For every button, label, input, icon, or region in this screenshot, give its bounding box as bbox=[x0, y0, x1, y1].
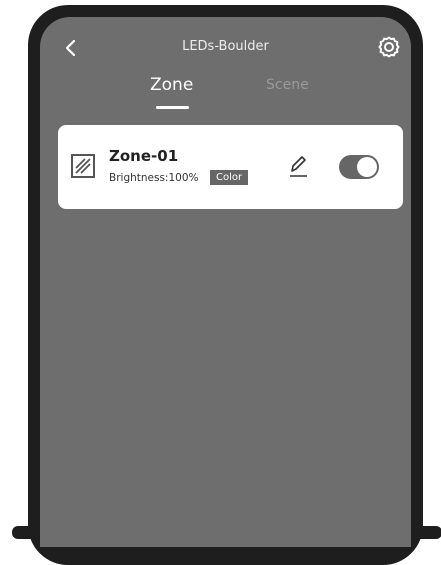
zone-power-toggle[interactable] bbox=[339, 155, 379, 179]
settings-button[interactable] bbox=[376, 35, 402, 61]
toggle-knob bbox=[357, 157, 377, 177]
zone-icon bbox=[70, 153, 96, 179]
edit-button[interactable] bbox=[287, 153, 309, 179]
gear-icon bbox=[378, 36, 400, 58]
tab-zone[interactable]: Zone bbox=[150, 75, 193, 95]
zone-name: Zone-01 bbox=[109, 147, 179, 165]
zone-brightness: Brightness:100% bbox=[109, 172, 199, 184]
pencil-icon bbox=[290, 156, 307, 177]
tab-bar: Zone Scene bbox=[40, 75, 411, 115]
header: LEDs-Boulder bbox=[40, 17, 411, 77]
zone-card[interactable]: Zone-01 Brightness:100% Color bbox=[58, 125, 403, 209]
app-screen: LEDs-Boulder Zone Scene Zone-01 Brightne… bbox=[40, 17, 411, 547]
tab-scene[interactable]: Scene bbox=[266, 77, 309, 93]
active-tab-indicator bbox=[156, 106, 189, 109]
color-mode-badge[interactable]: Color bbox=[210, 170, 249, 185]
page-title: LEDs-Boulder bbox=[182, 39, 269, 54]
